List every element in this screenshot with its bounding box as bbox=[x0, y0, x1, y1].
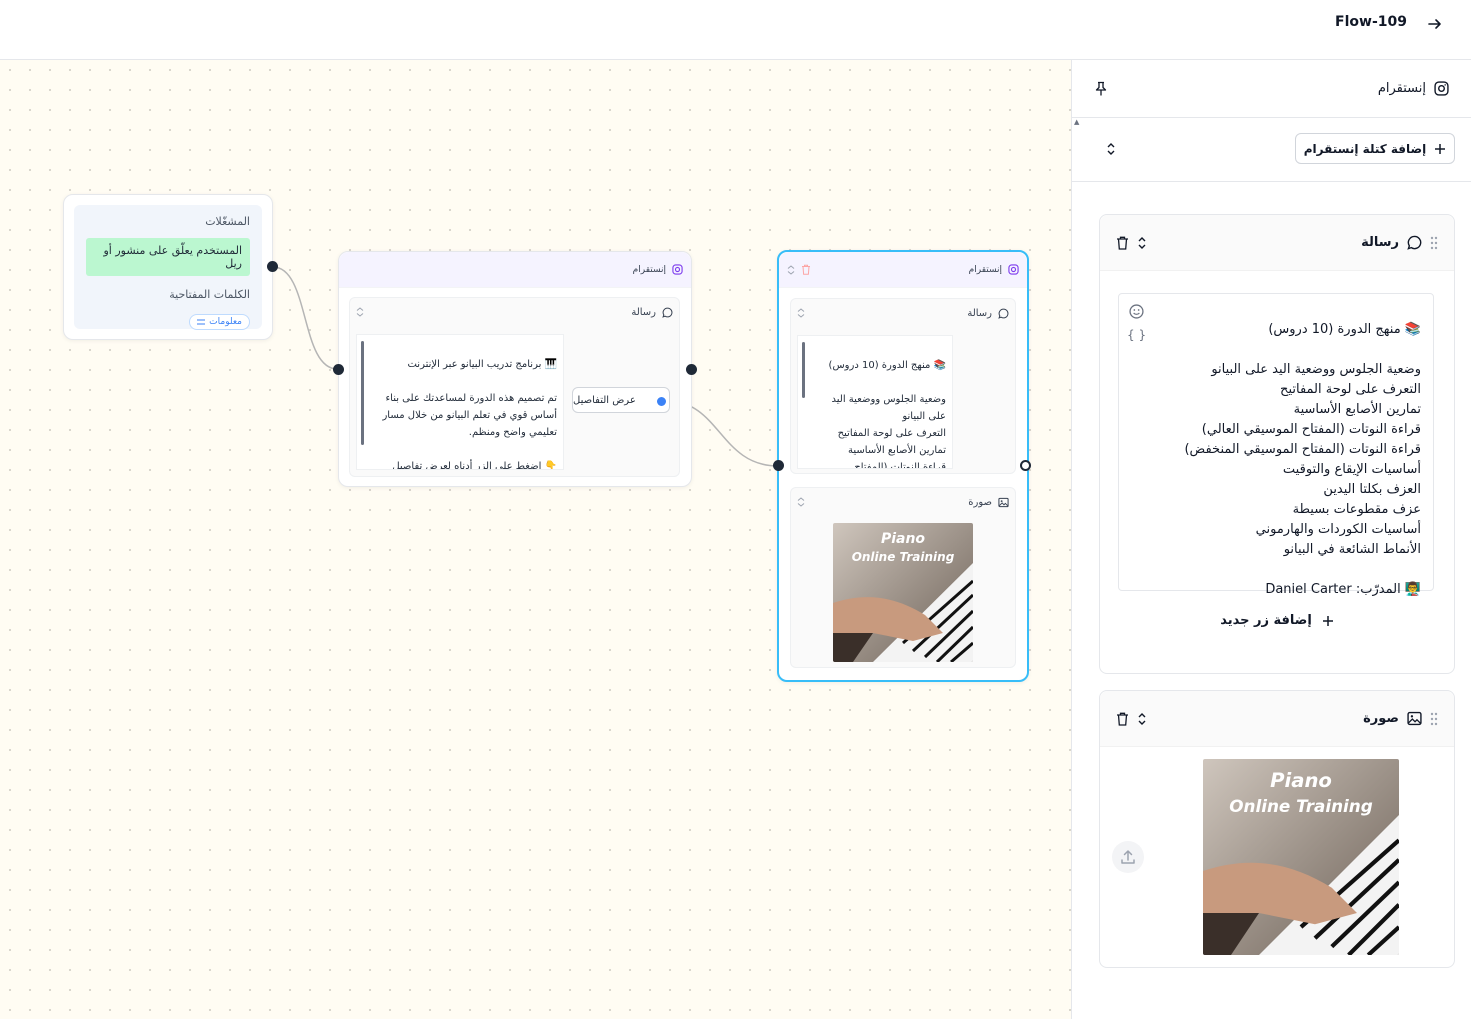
drag-handle-icon[interactable] bbox=[1430, 712, 1438, 726]
emoji-icon[interactable] bbox=[1129, 304, 1144, 319]
node2-image-block[interactable]: صورة Piano Online Training bbox=[790, 487, 1016, 668]
panel-divider bbox=[1072, 181, 1471, 182]
chevron-updown-icon[interactable] bbox=[356, 307, 364, 317]
pin-icon[interactable] bbox=[1094, 81, 1108, 97]
message-textarea[interactable]: 📚 منهج الدورة (10 دروس) وضعية الجلوس ووض… bbox=[1118, 293, 1434, 597]
plus-icon bbox=[1435, 143, 1446, 154]
collapse-all-toggle[interactable] bbox=[1106, 141, 1116, 160]
node1-message-label: رسالة bbox=[631, 306, 656, 318]
variables-button[interactable]: { } bbox=[1127, 325, 1146, 345]
triggers-panel: المشغّلات المستخدم يعلّق على منشور أو ري… bbox=[74, 205, 262, 330]
chevron-updown-icon[interactable] bbox=[1137, 712, 1147, 726]
image-text-line1: Piano bbox=[881, 531, 925, 547]
message-card-title: رسالة bbox=[1361, 235, 1399, 250]
node1-message-content: 🎹 برنامج تدريب البيانو عبر الإنترنت تم ت… bbox=[382, 359, 557, 470]
instagram-icon bbox=[672, 264, 683, 275]
triggers-node[interactable]: المشغّلات المستخدم يعلّق على منشور أو ري… bbox=[63, 194, 273, 340]
drag-handle-icon[interactable] bbox=[1430, 236, 1438, 250]
message-icon bbox=[1407, 235, 1422, 250]
node2-message-text[interactable]: 📚 منهج الدورة (10 دروس) وضعية الجلوس ووض… bbox=[797, 335, 953, 469]
piano-image-large: Piano Online Training bbox=[1203, 759, 1399, 955]
node2-header: إنستقرام bbox=[779, 252, 1027, 288]
chevron-updown-icon[interactable] bbox=[1137, 236, 1147, 250]
panel-title: إنستقرام bbox=[1377, 81, 1426, 96]
top-bar: Flow-109 bbox=[0, 0, 1471, 60]
chevron-updown-icon bbox=[1107, 143, 1115, 155]
node2-message-block[interactable]: رسالة 📚 منهج الدورة (10 دروس) وضعية الجل… bbox=[790, 298, 1016, 474]
trigger-chip[interactable]: المستخدم يعلّق على منشور أو ريل bbox=[86, 238, 250, 276]
message-icon bbox=[662, 307, 673, 318]
node2-image-label: صورة bbox=[968, 496, 992, 508]
upload-icon bbox=[1121, 850, 1135, 864]
node1-header: إنستقرام bbox=[339, 252, 691, 288]
trash-icon[interactable] bbox=[1116, 236, 1129, 250]
node2-header-label: إنستقرام bbox=[968, 264, 1002, 275]
chevron-updown-icon[interactable] bbox=[797, 497, 805, 507]
view-details-label: عرض التفاصيل bbox=[573, 394, 636, 406]
image-card: صورة Piano Online Training bbox=[1099, 690, 1455, 968]
instagram-icon bbox=[1008, 264, 1019, 275]
flow-title: Flow-109 bbox=[1335, 14, 1407, 30]
node2-message-content: 📚 منهج الدورة (10 دروس) وضعية الجلوس ووض… bbox=[828, 360, 946, 469]
node2-message-label: رسالة bbox=[967, 307, 992, 319]
image-icon bbox=[1407, 711, 1422, 726]
edge-trigger-to-node1 bbox=[272, 266, 339, 370]
node1-message-text[interactable]: 🎹 برنامج تدريب البيانو عبر الإنترنت تم ت… bbox=[356, 334, 564, 470]
chevron-updown-icon[interactable] bbox=[797, 308, 805, 318]
node2-image-head: صورة bbox=[791, 488, 1015, 516]
image-card-header: صورة bbox=[1100, 691, 1454, 747]
equals-icon bbox=[197, 319, 206, 325]
textarea-tools: { } bbox=[1127, 304, 1146, 345]
button-output-handle[interactable] bbox=[656, 396, 667, 407]
image-text-line1: Piano bbox=[1270, 769, 1332, 792]
keyword-chip-label: معلومات bbox=[209, 317, 242, 327]
triggers-title: المشغّلات bbox=[205, 215, 250, 228]
plus-icon bbox=[1322, 615, 1333, 626]
triggers-output-handle[interactable] bbox=[267, 261, 278, 272]
image-text-line2: Online Training bbox=[1229, 796, 1373, 816]
properties-panel: إنستقرام ▲ إضافة كتلة إنستقرام رسالة 📚 م… bbox=[1071, 60, 1471, 1019]
add-new-button[interactable]: إضافة زر جديد bbox=[1100, 613, 1454, 628]
node1-input-handle[interactable] bbox=[333, 364, 344, 375]
trash-icon[interactable] bbox=[801, 264, 811, 275]
add-instagram-block-button[interactable]: إضافة كتلة إنستقرام bbox=[1295, 133, 1455, 164]
flow-canvas[interactable]: المشغّلات المستخدم يعلّق على منشور أو ري… bbox=[0, 60, 1071, 1019]
message-textarea-content: 📚 منهج الدورة (10 دروس) وضعية الجلوس ووض… bbox=[1184, 322, 1421, 597]
back-button[interactable] bbox=[1425, 14, 1445, 34]
add-block-label: إضافة كتلة إنستقرام bbox=[1303, 141, 1427, 156]
node1-header-label: إنستقرام bbox=[632, 264, 666, 275]
chevron-updown-icon[interactable] bbox=[787, 264, 795, 275]
node1-output-handle[interactable] bbox=[686, 364, 697, 375]
add-new-button-label: إضافة زر جديد bbox=[1220, 613, 1312, 628]
trash-icon[interactable] bbox=[1116, 712, 1129, 726]
image-card-title: صورة bbox=[1363, 711, 1399, 726]
image-icon bbox=[998, 497, 1009, 507]
image-text-line2: Online Training bbox=[852, 550, 955, 564]
keyword-chip[interactable]: معلومات bbox=[189, 314, 250, 330]
node2-output-handle[interactable] bbox=[1020, 460, 1031, 471]
node2-input-handle[interactable] bbox=[773, 460, 784, 471]
piano-image-small: Piano Online Training bbox=[833, 523, 973, 662]
message-icon bbox=[998, 308, 1009, 319]
scrollbar[interactable] bbox=[802, 342, 805, 398]
message-card-header: رسالة bbox=[1100, 215, 1454, 271]
node2-message-head: رسالة bbox=[791, 299, 1015, 327]
scroll-up-arrow[interactable]: ▲ bbox=[1074, 118, 1079, 126]
message-card: رسالة 📚 منهج الدورة (10 دروس) وضعية الجل… bbox=[1099, 214, 1455, 674]
node1-message-head: رسالة bbox=[350, 298, 679, 326]
upload-image-button[interactable] bbox=[1112, 841, 1144, 873]
keywords-title: الكلمات المفتاحية bbox=[169, 288, 250, 301]
panel-header: إنستقرام bbox=[1072, 60, 1471, 118]
scrollbar[interactable] bbox=[361, 341, 364, 445]
arrow-right-icon bbox=[1428, 19, 1441, 29]
instagram-icon bbox=[1434, 81, 1449, 96]
